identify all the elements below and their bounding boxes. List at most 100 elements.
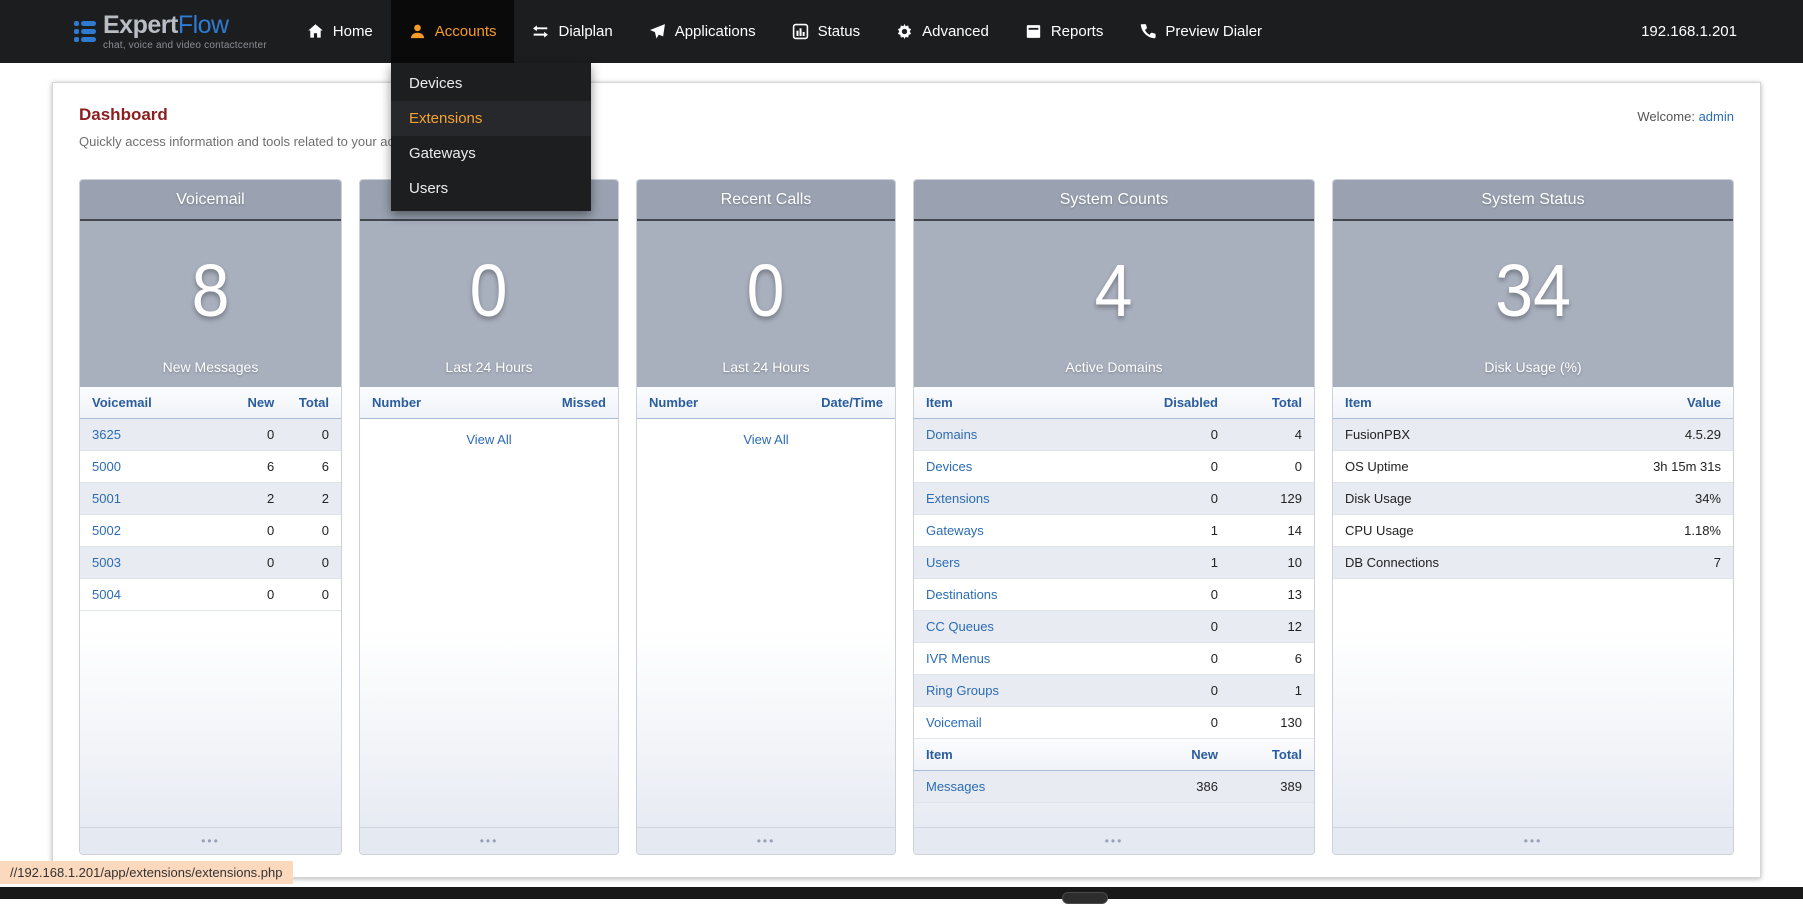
view-all-link[interactable]: View All (743, 432, 788, 447)
card-table-area: ItemDisabledTotalDomains04Devices00Exten… (914, 387, 1314, 827)
expertflow-logo-icon (74, 21, 96, 42)
row-value-cell: 389 (1230, 771, 1314, 803)
row-label-cell: Gateways (914, 515, 1122, 547)
stat-value: 0 (747, 221, 785, 359)
row-link[interactable]: 5002 (92, 523, 121, 538)
stat-value: 8 (192, 221, 230, 359)
table-row: 500200 (80, 515, 341, 547)
table-row: Disk Usage34% (1333, 483, 1733, 515)
panel-header: Dashboard Quickly access information and… (79, 105, 1734, 149)
row-link[interactable]: Ring Groups (926, 683, 999, 698)
stat-label: Active Domains (1065, 359, 1162, 375)
column-header: Disabled (1122, 387, 1230, 419)
row-label-cell: OS Uptime (1333, 451, 1558, 483)
row-value-cell: 1 (1122, 547, 1230, 579)
row-value-cell: 129 (1230, 483, 1314, 515)
welcome-label: Welcome: (1637, 109, 1695, 124)
row-link[interactable]: IVR Menus (926, 651, 990, 666)
row-link[interactable]: Users (926, 555, 960, 570)
card-system-counts: System Counts4Active DomainsItemDisabled… (913, 179, 1315, 855)
column-header: Date/Time (756, 387, 895, 419)
row-value-cell: 0 (286, 579, 341, 611)
row-link[interactable]: 5003 (92, 555, 121, 570)
nav-item-status[interactable]: Status (774, 0, 879, 63)
logo-tagline: chat, voice and video contactcenter (103, 41, 267, 51)
scrollbar-thumb[interactable] (1062, 892, 1108, 904)
row-value-cell: 0 (216, 579, 286, 611)
row-link[interactable]: 3625 (92, 427, 121, 442)
dashboard-cards: Voicemail 8 New Messages VoicemailNewTotal 3… (79, 179, 1734, 855)
card-footer-menu[interactable]: ••• (80, 827, 341, 854)
nav-item-dialplan[interactable]: Dialplan (514, 0, 630, 63)
column-header: New (216, 387, 286, 419)
row-value-cell: 6 (286, 451, 341, 483)
nav-item-label: Home (333, 23, 373, 40)
nav-item-advanced[interactable]: Advanced (878, 0, 1007, 63)
card-footer-menu[interactable]: ••• (360, 827, 618, 854)
welcome-user-link[interactable]: admin (1699, 109, 1734, 124)
row-value-cell: 7 (1558, 547, 1733, 579)
nav-item-label: Status (818, 23, 861, 40)
row-link[interactable]: Messages (926, 779, 985, 794)
row-link[interactable]: Domains (926, 427, 977, 442)
nav-item-reports[interactable]: Reports (1007, 0, 1122, 63)
row-value-cell: 4.5.29 (1558, 419, 1733, 451)
expertflow-logo[interactable]: ExpertFlow chat, voice and video contact… (74, 13, 267, 51)
column-header: Voicemail (80, 387, 216, 419)
view-all-row: View All (637, 419, 895, 460)
data-table: VoicemailNewTotal36250050006650012250020… (80, 387, 341, 611)
row-label-cell: FusionPBX (1333, 419, 1558, 451)
column-header: New (1122, 739, 1230, 771)
stat-label: Last 24 Hours (445, 359, 532, 375)
nav-item-home[interactable]: Home (289, 0, 391, 63)
row-link[interactable]: Destinations (926, 587, 998, 602)
table-row: Messages386389 (914, 771, 1314, 803)
row-link[interactable]: 5000 (92, 459, 121, 474)
row-value-cell: 3h 15m 31s (1558, 451, 1733, 483)
row-value-cell: 10 (1230, 547, 1314, 579)
menu-item-extensions[interactable]: Extensions (391, 101, 591, 136)
row-link[interactable]: Devices (926, 459, 972, 474)
phone-icon (1139, 23, 1156, 40)
paper-plane-icon (649, 23, 666, 40)
row-link[interactable]: CC Queues (926, 619, 994, 634)
nav-item-accounts[interactable]: Accounts (391, 0, 515, 63)
logo-text: ExpertFlow chat, voice and video contact… (103, 13, 267, 51)
card-footer-menu[interactable]: ••• (637, 827, 895, 854)
row-value-cell: 130 (1230, 707, 1314, 739)
card-voicemail: Voicemail8New MessagesVoicemailNewTotal3… (79, 179, 342, 855)
brand-name: ExpertFlow (103, 13, 267, 38)
card-footer-menu[interactable]: ••• (1333, 827, 1733, 854)
table-row: Gateways114 (914, 515, 1314, 547)
row-label-cell: Destinations (914, 579, 1122, 611)
row-link[interactable]: 5004 (92, 587, 121, 602)
card-missed-calls: Missed Calls0Last 24 HoursNumberMissedVi… (359, 179, 619, 855)
menu-item-gateways[interactable]: Gateways (391, 136, 591, 171)
table-row: IVR Menus06 (914, 643, 1314, 675)
table-row: CC Queues012 (914, 611, 1314, 643)
table-header-row: VoicemailNewTotal (80, 387, 341, 419)
card-footer-menu[interactable]: ••• (914, 827, 1314, 854)
nav-item-applications[interactable]: Applications (631, 0, 774, 63)
row-link[interactable]: 5001 (92, 491, 121, 506)
row-label-cell: 5000 (80, 451, 216, 483)
table-row: CPU Usage1.18% (1333, 515, 1733, 547)
row-value-cell: 2 (216, 483, 286, 515)
view-all-row: View All (360, 419, 618, 460)
row-value-cell: 0 (286, 547, 341, 579)
nav-item-label: Preview Dialer (1165, 23, 1262, 40)
menu-item-users[interactable]: Users (391, 171, 591, 206)
nav-item-preview-dialer[interactable]: Preview Dialer (1121, 0, 1280, 63)
row-value-cell: 0 (286, 419, 341, 451)
row-value-cell: 0 (286, 515, 341, 547)
row-value-cell: 1 (1122, 515, 1230, 547)
row-link[interactable]: Gateways (926, 523, 984, 538)
view-all-link[interactable]: View All (466, 432, 511, 447)
row-link[interactable]: Voicemail (926, 715, 982, 730)
swap-arrows-icon (532, 23, 549, 40)
row-label-cell: CPU Usage (1333, 515, 1558, 547)
menu-item-devices[interactable]: Devices (391, 66, 591, 101)
row-value-cell: 34% (1558, 483, 1733, 515)
accounts-dropdown-menu: DevicesExtensionsGatewaysUsers (391, 63, 591, 211)
row-link[interactable]: Extensions (926, 491, 990, 506)
